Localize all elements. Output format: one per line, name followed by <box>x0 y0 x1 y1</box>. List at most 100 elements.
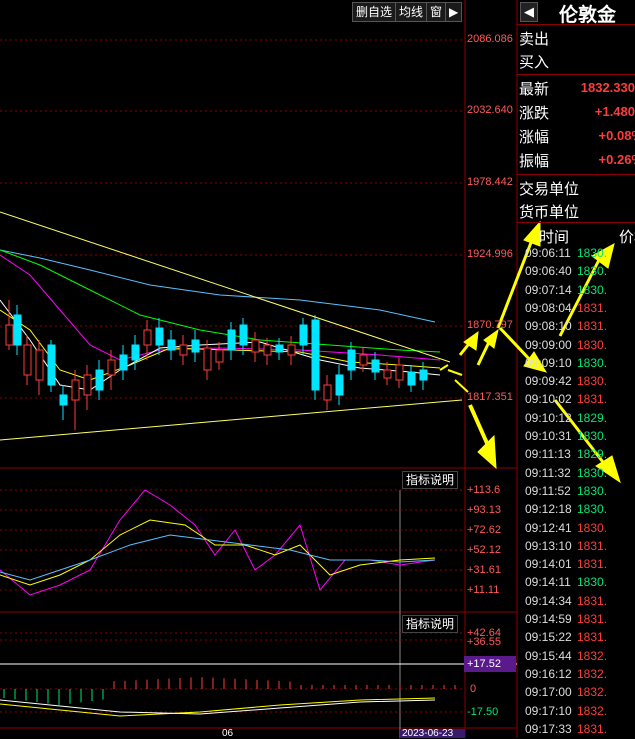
tick-time: 09:06:40 <box>525 264 572 279</box>
panel1-axis-label: +72.62 <box>467 524 501 536</box>
tick-time: 09:11:13 <box>525 447 571 462</box>
tick-time: 09:08:04 <box>525 300 572 315</box>
y-axis-label: 1924.996 <box>467 248 513 260</box>
tick-time: 09:15:22 <box>525 630 572 645</box>
y-axis-label: 2032.640 <box>467 104 513 116</box>
panel1-axis-label: +113.6 <box>467 484 501 496</box>
candle-body <box>311 319 320 391</box>
candle-body <box>239 324 248 346</box>
tick-price: 1831. <box>577 630 608 645</box>
expand-icon[interactable]: ▶ <box>446 3 461 21</box>
tick-row: 09:16:12 1832. <box>525 667 607 681</box>
candle-body <box>347 349 356 371</box>
candle-body <box>179 344 188 356</box>
indicator-line <box>0 534 436 581</box>
instrument-title: 伦敦金 <box>559 4 617 26</box>
tick-row: 09:08:04 1831. <box>525 301 607 315</box>
descending-trendline <box>0 211 451 363</box>
candle-body <box>227 329 236 351</box>
panel1-axis-label: +31.61 <box>467 564 501 576</box>
panel1-axis-label: +93.13 <box>467 504 501 516</box>
tick-time: 09:14:59 <box>525 612 572 626</box>
latest-label: 最新 <box>519 81 550 98</box>
tick-row: 09:14:11 1830. <box>525 575 607 589</box>
candle-body <box>335 374 344 396</box>
tick-row: 09:07:14 1830. <box>525 283 607 297</box>
tick-time: 09:06:11 <box>525 246 571 260</box>
indicator-line <box>0 489 436 596</box>
tick-row: 09:15:22 1831. <box>525 630 607 644</box>
tick-time: 09:15:44 <box>525 648 572 663</box>
tick-row: 09:12:18 1830. <box>525 502 607 516</box>
chart-toolbar: 删自选 均线 窗 ▶ <box>352 2 463 22</box>
tick-price: 1829. <box>577 410 608 425</box>
tick-price: 1830. <box>577 502 608 517</box>
macd-histogram <box>0 677 456 717</box>
ticks-time-header: 时间 <box>539 229 570 246</box>
change-value: +1.480 <box>594 104 635 119</box>
indicator-description-button-2[interactable]: 指标说明 <box>402 615 459 633</box>
candle-body <box>47 344 56 386</box>
tick-row: 09:17:00 1832. <box>525 685 607 699</box>
panel2-axis-label: +17.52 <box>467 658 501 670</box>
candle-body <box>71 379 80 401</box>
change-label: 涨跌 <box>519 105 550 122</box>
tick-time: 09:17:10 <box>525 703 572 718</box>
candle-body <box>275 344 284 353</box>
candle-body <box>299 324 308 346</box>
tick-price: 1830. <box>577 520 608 535</box>
candle-body <box>119 354 128 371</box>
tick-time: 09:10:12 <box>525 410 572 425</box>
tick-time: 09:12:41 <box>525 520 572 535</box>
indicator-1-lines <box>0 489 436 596</box>
collapse-panel-icon[interactable]: ◀ <box>520 2 538 22</box>
tick-price: 1830. <box>577 465 608 480</box>
panel2-axis-label: +36.55 <box>467 636 501 648</box>
tick-price: 1831. <box>577 392 608 407</box>
tick-time: 09:14:01 <box>525 557 572 572</box>
change-pct-value: +0.08% <box>598 128 635 143</box>
candle-body <box>383 369 392 379</box>
tick-time: 09:11:32 <box>525 465 571 480</box>
change-pct-label: 涨幅 <box>519 129 550 146</box>
candle-body <box>143 329 152 346</box>
tick-price: 1832. <box>577 648 608 663</box>
ticks-price-header: 价格 <box>619 229 635 246</box>
ascending-trendline <box>0 399 463 441</box>
tick-price: 1830. <box>577 246 608 260</box>
tick-price: 1831. <box>577 300 608 315</box>
indicator-description-button[interactable]: 指标说明 <box>402 471 459 489</box>
candle-body <box>407 371 416 386</box>
x-axis-label: 06 <box>222 728 234 739</box>
currency-unit-label: 货币单位 <box>519 204 580 221</box>
ma-line-button[interactable]: 均线 <box>396 3 428 21</box>
tick-price: 1830. <box>577 575 608 590</box>
candle-body <box>215 349 224 363</box>
y-axis-label: 1978.442 <box>467 176 513 188</box>
tick-row: 09:17:10 1832. <box>525 704 607 718</box>
delete-watchlist-button[interactable]: 删自选 <box>353 3 397 21</box>
candle-body <box>5 324 14 346</box>
tick-row: 09:14:59 1831. <box>525 612 607 626</box>
tick-time: 09:12:18 <box>525 502 572 517</box>
candle-body <box>83 374 92 396</box>
tick-row: 09:09:42 1830. <box>525 374 607 388</box>
candle-body <box>35 349 44 381</box>
tick-price: 1832. <box>577 685 608 700</box>
candle-body <box>263 344 272 356</box>
tick-row: 09:12:41 1830. <box>525 521 607 535</box>
tick-time: 09:14:34 <box>525 593 572 608</box>
candle-body <box>131 344 140 361</box>
tick-price: 1829. <box>577 447 608 462</box>
tick-row: 09:11:13 1829. <box>525 447 607 461</box>
latest-value: 1832.330 <box>580 80 635 95</box>
tick-row: 09:15:44 1832. <box>525 649 607 663</box>
panel2-axis-label: -17.50 <box>467 706 499 718</box>
tick-time: 09:09:10 <box>525 355 572 370</box>
tick-price: 1831. <box>577 593 608 608</box>
candles <box>5 300 428 430</box>
tick-time: 09:07:14 <box>525 282 572 297</box>
tick-price: 1831. <box>577 538 608 553</box>
window-button[interactable]: 窗 <box>427 3 447 21</box>
tick-price: 1831. <box>577 721 608 736</box>
